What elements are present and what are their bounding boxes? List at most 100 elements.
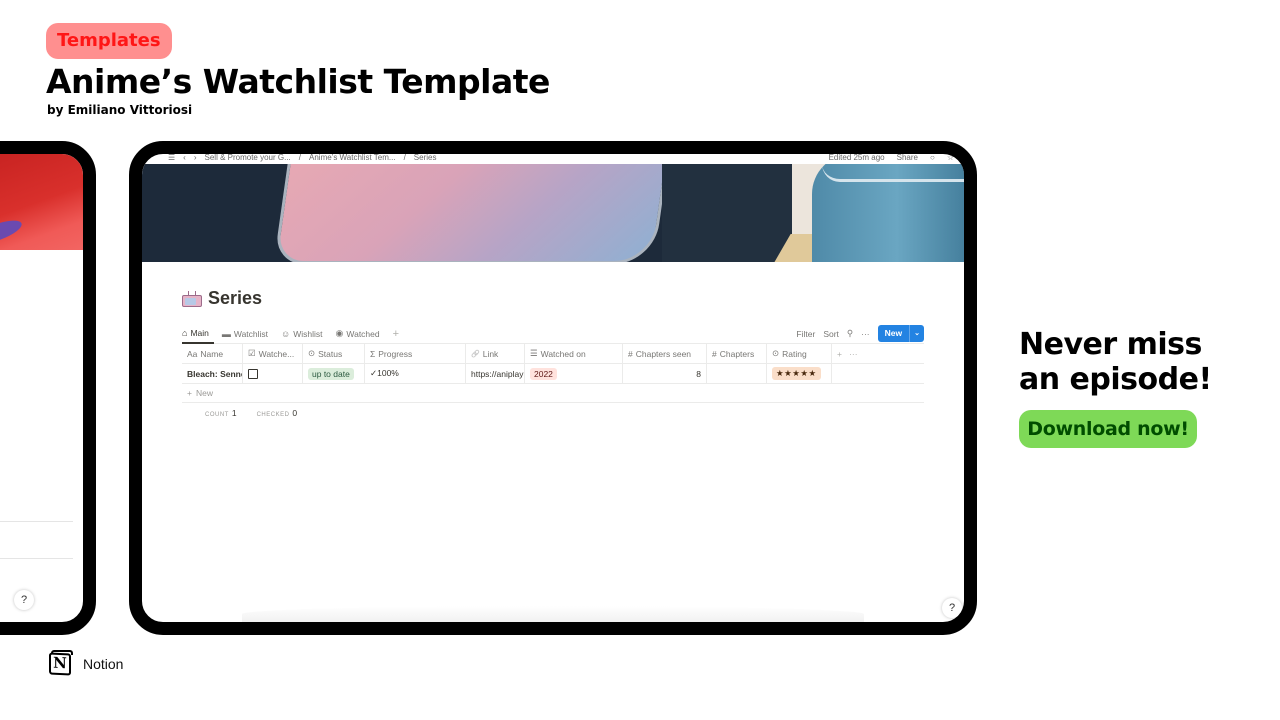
- status-badge: up to date: [308, 367, 354, 380]
- eye-icon: ◉: [335, 328, 344, 338]
- column-header-watched-on[interactable]: ☰ Watched on: [525, 344, 623, 363]
- tab-label: Watchlist: [233, 328, 269, 339]
- checked-label: CHECKED: [256, 412, 290, 418]
- column-label: Link: [482, 348, 499, 359]
- column-header-progress[interactable]: Σ Progress: [365, 344, 466, 363]
- column-header-link[interactable]: 🔗 Link: [466, 344, 525, 363]
- add-view-icon[interactable]: +: [393, 328, 399, 340]
- main-device-mockup: ☰ ‹ › Sell & Promote your G... / Anime’s…: [129, 141, 977, 635]
- chapters-seen-cell[interactable]: 8: [623, 364, 707, 383]
- breadcrumb-separator: /: [298, 152, 302, 162]
- column-header-watched[interactable]: ☑ Watche...: [243, 344, 303, 363]
- checked-value: 0: [292, 408, 298, 418]
- notion-brand: N Notion: [48, 650, 123, 677]
- cover-image: [142, 164, 964, 262]
- help-button[interactable]: ?: [14, 590, 34, 610]
- author-byline: by Emiliano Vittoriosi: [47, 103, 193, 117]
- watched-on-cell[interactable]: 2022: [525, 364, 623, 383]
- select-type-icon: ⊙: [772, 348, 780, 358]
- monitor-icon: ▬: [221, 328, 231, 339]
- add-property-button[interactable]: + ···: [832, 344, 924, 363]
- chapters-cell[interactable]: [707, 364, 767, 383]
- chevron-down-icon[interactable]: ⌄: [909, 325, 924, 342]
- breadcrumb-separator: /: [403, 152, 406, 162]
- add-property-icon[interactable]: + ···: [837, 349, 858, 359]
- smile-icon: ☺: [281, 328, 291, 339]
- column-header-chapters[interactable]: # Chapters: [707, 344, 767, 363]
- link-cell[interactable]: https://aniplay: [466, 364, 525, 383]
- column-label: Watched on: [540, 348, 586, 359]
- column-header-chapters-seen[interactable]: # Chapters seen: [623, 344, 707, 363]
- favorite-icon[interactable]: ☆: [947, 154, 954, 162]
- number-type-icon: #: [712, 348, 717, 359]
- rating-cell[interactable]: ★★★★★: [767, 364, 832, 383]
- empty-cell: [832, 364, 924, 383]
- status-type-icon: ⊙: [308, 348, 316, 358]
- notion-label: Notion: [83, 655, 124, 672]
- edited-timestamp: Edited 25m ago: [828, 152, 885, 162]
- tab-label: Main: [190, 327, 209, 338]
- progress-cell[interactable]: ✓100%: [365, 364, 466, 383]
- name-cell[interactable]: Bleach: Senne: [182, 364, 243, 383]
- count-label: COUNT: [205, 412, 229, 418]
- back-icon[interactable]: ‹: [183, 154, 186, 162]
- column-header-name[interactable]: Aa Name: [182, 344, 243, 363]
- filter-button[interactable]: Filter: [796, 329, 815, 339]
- add-row-label: New: [195, 388, 213, 398]
- notion-logo-letter: N: [49, 652, 71, 676]
- column-header-rating[interactable]: ⊙ Rating: [767, 344, 832, 363]
- sort-button[interactable]: Sort: [823, 329, 839, 339]
- help-button[interactable]: ?: [942, 598, 962, 618]
- rating-badge: ★★★★★: [772, 367, 821, 380]
- status-cell[interactable]: up to date: [303, 364, 365, 383]
- column-header-status[interactable]: ⊙ Status: [303, 344, 365, 363]
- divider: [0, 521, 73, 522]
- promo-line: an episode!: [1019, 362, 1212, 397]
- breadcrumb-item[interactable]: Series: [414, 154, 437, 162]
- download-button[interactable]: Download now!: [1019, 410, 1197, 448]
- scroll-shadow: [242, 606, 864, 622]
- notion-logo-icon: N: [48, 650, 75, 677]
- new-button-label[interactable]: New: [878, 325, 909, 342]
- forward-icon[interactable]: ›: [194, 154, 197, 162]
- tab-main[interactable]: ⌂ Main: [182, 324, 214, 344]
- table-row[interactable]: Bleach: Senne up to date ✓100% https://a…: [182, 364, 924, 384]
- left-device-mockup: ?: [0, 141, 96, 635]
- promo-heading: Never miss an episode!: [1019, 327, 1212, 397]
- tab-wishlist[interactable]: ☺ Wishlist: [281, 324, 327, 344]
- column-label: Progress: [378, 348, 413, 359]
- tab-watchlist[interactable]: ▬ Watchlist: [222, 324, 273, 344]
- page-heading: Anime’s Watchlist Template: [46, 62, 550, 101]
- column-label: Status: [318, 348, 343, 359]
- column-label: Chapters seen: [635, 348, 692, 359]
- breadcrumb-item[interactable]: Sell & Promote your G...: [205, 154, 291, 162]
- watched-checkbox[interactable]: [248, 368, 258, 379]
- comments-icon[interactable]: ○: [930, 154, 935, 162]
- multiselect-type-icon: ☰: [530, 348, 538, 358]
- breadcrumb-item[interactable]: Anime’s Watchlist Tem...: [309, 154, 396, 162]
- link-type-icon: 🔗: [471, 350, 480, 358]
- column-label: Watche...: [258, 348, 295, 359]
- promo-line: Never miss: [1019, 327, 1202, 362]
- tv-icon: [182, 290, 202, 307]
- more-icon[interactable]: ···: [861, 329, 870, 339]
- left-cover-image: [0, 154, 83, 250]
- year-badge: 2022: [530, 367, 557, 380]
- calculation-footer: COUNT 1 CHECKED 0: [182, 408, 924, 418]
- formula-type-icon: Σ: [370, 348, 376, 359]
- plus-icon: +: [187, 388, 192, 398]
- database-page: Series ⌂ Main ▬ Watchlist ☺ Wishlist ◉ W…: [182, 288, 924, 418]
- templates-tag[interactable]: Templates: [46, 23, 172, 59]
- new-button[interactable]: New ⌄: [877, 325, 924, 342]
- search-icon[interactable]: ⚲: [847, 328, 853, 339]
- column-label: Name: [200, 348, 224, 359]
- text-type-icon: Aa: [187, 348, 198, 359]
- add-row-button[interactable]: + New: [182, 384, 924, 403]
- menu-icon[interactable]: ☰: [168, 154, 175, 162]
- share-button[interactable]: Share: [897, 154, 918, 162]
- notion-topbar: ☰ ‹ › Sell & Promote your G... / Anime’s…: [142, 152, 964, 164]
- count-calculation[interactable]: COUNT 1: [205, 408, 237, 418]
- watched-cell[interactable]: [243, 364, 303, 383]
- tab-watched[interactable]: ◉ Watched: [336, 324, 385, 344]
- checked-calculation[interactable]: CHECKED 0: [257, 408, 298, 418]
